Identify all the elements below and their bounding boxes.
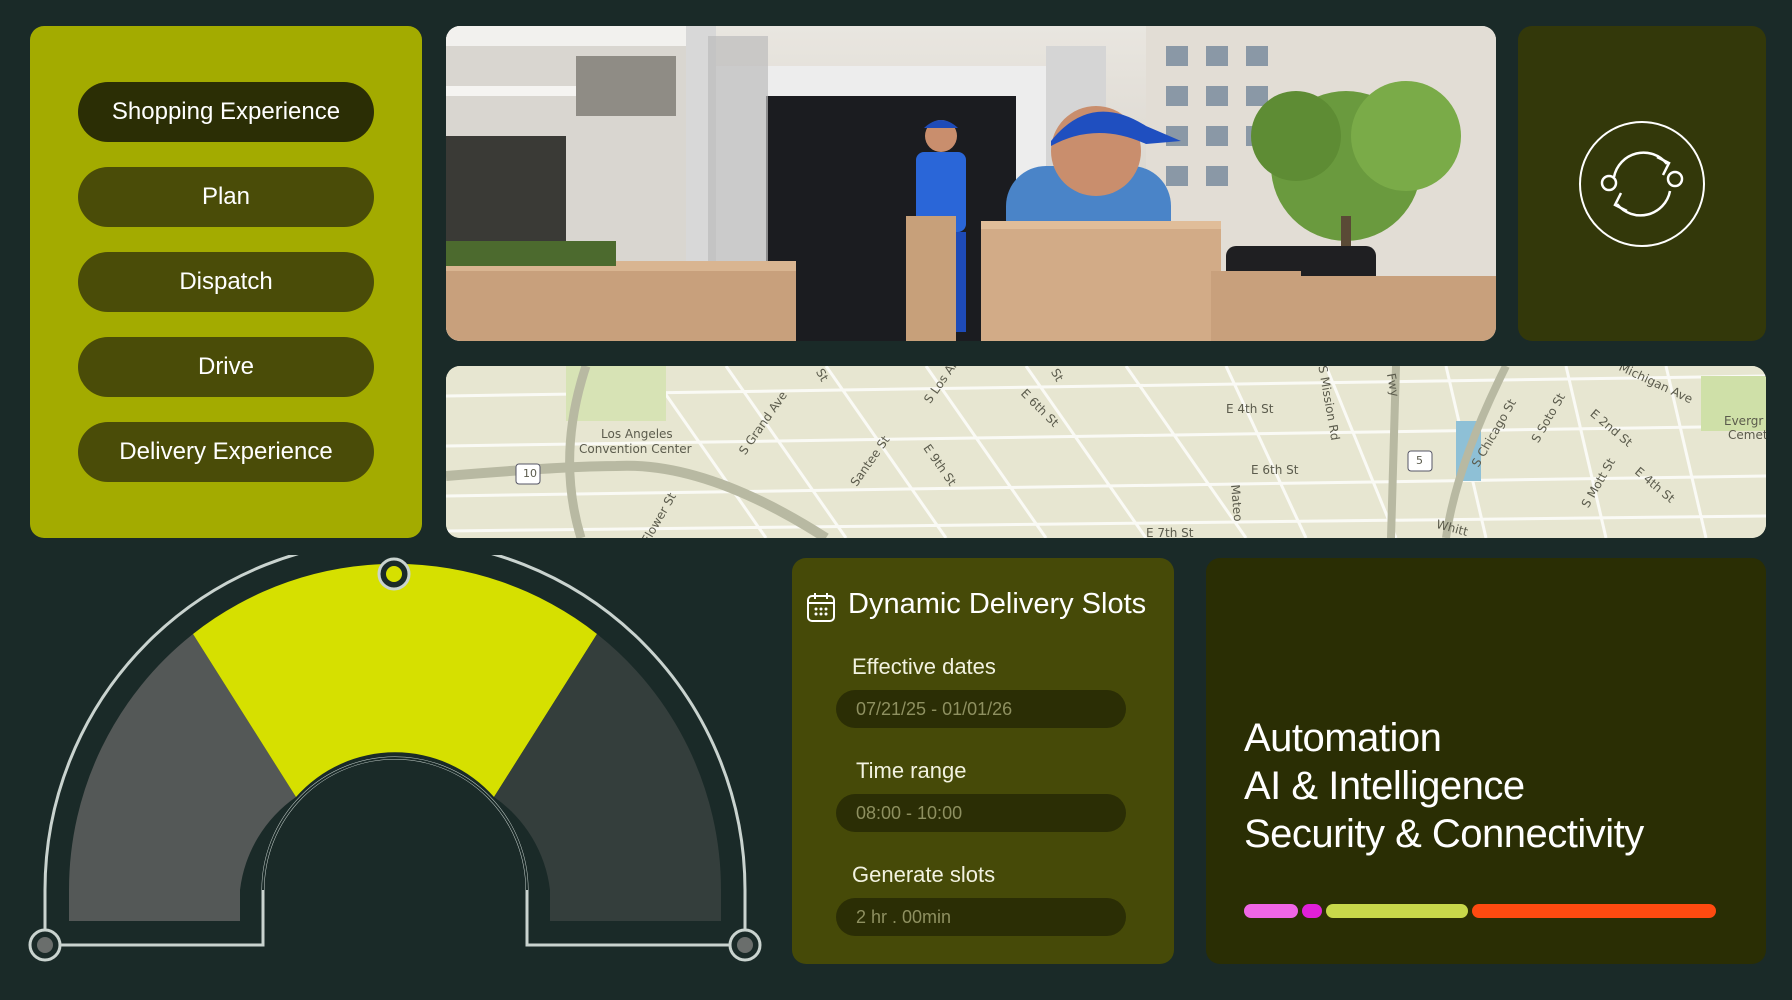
effective-dates-input[interactable]: 07/21/25 - 01/01/26 <box>836 690 1126 728</box>
nav-item-dispatch[interactable]: Dispatch <box>78 252 374 312</box>
highway-10-label: 10 <box>523 467 537 480</box>
nav-item-label: Delivery Experience <box>119 438 333 465</box>
nav-item-label: Shopping Experience <box>111 98 341 125</box>
effective-dates-label: Effective dates <box>852 654 996 679</box>
calendar-icon <box>807 593 835 622</box>
highway-5-label: 5 <box>1416 454 1423 467</box>
sync-card[interactable] <box>1518 26 1766 341</box>
progress-bar-segment <box>1244 904 1298 918</box>
nav-item-delivery-experience[interactable]: Delivery Experience <box>78 422 374 482</box>
progress-bar-segment <box>1326 904 1468 918</box>
progress-bar-segment <box>1302 904 1322 918</box>
nav-item-label: Drive <box>197 353 254 380</box>
feature-ai-intelligence: AI & Intelligence <box>1244 764 1525 808</box>
features-card: Automation AI & Intelligence Security & … <box>1206 558 1766 964</box>
capacity-gauge <box>20 538 770 975</box>
nav-item-label: Dispatch <box>179 268 273 295</box>
nav-item-shopping-experience[interactable]: Shopping Experience <box>78 82 374 142</box>
generate-slots-input[interactable]: 2 hr . 00min <box>836 898 1126 936</box>
slots-title: Dynamic Delivery Slots <box>848 588 1147 620</box>
delivery-slots-card: Dynamic Delivery Slots Effective dates 0… <box>792 558 1174 964</box>
time-range-input[interactable]: 08:00 - 10:00 <box>836 794 1126 832</box>
generate-slots-label: Generate slots <box>852 862 996 887</box>
progress-bar-segment <box>1472 904 1716 918</box>
feature-security-connectivity: Security & Connectivity <box>1244 812 1644 856</box>
route-map[interactable]: 10 5 Los Angeles Convention Center S Gra… <box>446 366 1766 538</box>
map-label: Evergr <box>1724 414 1764 428</box>
nav-card: Shopping Experience Plan Dispatch Drive … <box>30 26 422 538</box>
nav-item-drive[interactable]: Drive <box>78 337 374 397</box>
map-label: E 4th St <box>1226 402 1274 416</box>
delivery-photo-illustration <box>446 26 1496 341</box>
delivery-photo <box>446 26 1496 341</box>
refresh-cycle-icon[interactable] <box>1577 119 1707 249</box>
gauge-graphic <box>28 538 762 962</box>
feature-automation: Automation <box>1244 716 1442 760</box>
map-label: Cemet <box>1728 428 1766 442</box>
map-label: E 6th St <box>1251 463 1299 477</box>
map-label: E 7th St <box>1146 526 1194 538</box>
nav-item-plan[interactable]: Plan <box>78 167 374 227</box>
map-label: Los Angeles <box>601 427 673 441</box>
map-label: Convention Center <box>579 442 692 456</box>
nav-item-label: Plan <box>201 183 251 210</box>
time-range-label: Time range <box>856 758 967 783</box>
